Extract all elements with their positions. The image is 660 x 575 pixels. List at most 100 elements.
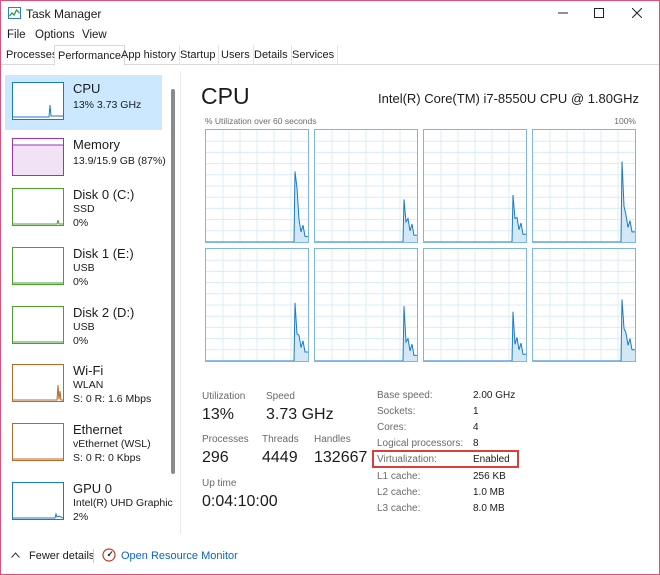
sidebar-item-disk-1[interactable]: Disk 1 (E:) USB 0% (5, 240, 162, 295)
utilization-value: 13% (202, 406, 235, 423)
disk-thumbnail-graph (12, 306, 64, 344)
spec-label: L3 cache: (377, 503, 421, 514)
spec-value: 1.0 MB (473, 487, 505, 498)
spec-label: Base speed: (377, 390, 433, 401)
ethernet-thumbnail-graph (12, 423, 64, 461)
sidebar-item-wifi[interactable]: Wi-Fi WLAN S: 0 R: 1.6 Mbps (5, 357, 162, 412)
graph-max-label: 100% (614, 116, 636, 126)
maximize-icon (594, 8, 604, 18)
maximize-button[interactable] (581, 1, 617, 25)
page-title: CPU (201, 83, 250, 109)
sidebar-item-detail: 13% 3.73 GHz (73, 99, 142, 111)
spec-value: 1 (473, 406, 479, 417)
sidebar-scrollbar[interactable] (171, 89, 175, 474)
sidebar-item-name: Ethernet (73, 422, 123, 437)
sidebar-item-name: Wi-Fi (73, 363, 104, 378)
pane-divider[interactable] (180, 71, 181, 534)
spec-label: Cores: (377, 422, 407, 433)
sidebar-item-type: vEthernet (WSL) (73, 438, 151, 450)
processes-value: 296 (202, 449, 229, 466)
spec-label: L2 cache: (377, 487, 421, 498)
sidebar-item-disk-0[interactable]: Disk 0 (C:) SSD 0% (5, 181, 162, 236)
logical-processor-graph (532, 248, 636, 362)
task-manager-window: Task Manager File Options View Processes… (1, 1, 659, 574)
footer-bar: Fewer details Open Resource Monitor (1, 541, 659, 574)
logical-processor-graph (205, 248, 309, 362)
menu-file[interactable]: File (7, 29, 26, 41)
sidebar-item-type: USB (73, 321, 95, 333)
spec-value: 8.0 MB (473, 503, 505, 514)
logical-processor-graph (314, 248, 418, 362)
sidebar-item-gpu-0[interactable]: GPU 0 Intel(R) UHD Graphic 2% (5, 475, 173, 530)
title-bar[interactable]: Task Manager (1, 1, 659, 25)
sidebar-item-ethernet[interactable]: Ethernet vEthernet (WSL) S: 0 R: 0 Kbps (5, 416, 162, 471)
sidebar-item-type: USB (73, 262, 95, 274)
resource-monitor-icon[interactable] (102, 548, 116, 562)
sidebar-item-disk-2[interactable]: Disk 2 (D:) USB 0% (5, 299, 162, 354)
sidebar-item-detail: 0% (73, 276, 89, 288)
minimize-button[interactable] (545, 1, 581, 25)
logical-processor-graph (532, 129, 636, 243)
sidebar-item-name: Disk 1 (E:) (73, 246, 134, 261)
sidebar-item-name: Disk 0 (C:) (73, 187, 135, 202)
sidebar-item-detail: 13.9/15.9 GB (87%) (73, 155, 166, 167)
uptime-value: 0:04:10:00 (202, 493, 278, 510)
disk-thumbnail-graph (12, 247, 64, 285)
threads-value: 4449 (262, 449, 298, 466)
disk-thumbnail-graph (12, 188, 64, 226)
threads-label: Threads (262, 434, 299, 445)
uptime-label: Up time (202, 478, 237, 489)
close-button[interactable] (619, 1, 655, 25)
logical-processor-graph (423, 129, 527, 243)
cpu-thumbnail-graph (12, 82, 64, 120)
window-title: Task Manager (26, 7, 102, 21)
logical-processor-graph (314, 129, 418, 243)
spec-value: 2.00 GHz (473, 390, 516, 401)
sidebar-item-detail: 0% (73, 217, 89, 229)
close-icon (632, 8, 642, 18)
handles-label: Handles (314, 434, 351, 445)
minimize-icon (558, 12, 568, 14)
sidebar-item-name: GPU 0 (73, 481, 113, 496)
tab-bar: Processes Performance App history Startu… (1, 45, 659, 66)
tab-services[interactable]: Services (289, 45, 339, 65)
processes-label: Processes (202, 434, 249, 445)
tab-details[interactable]: Details (251, 45, 292, 65)
logical-processor-graph (205, 129, 309, 243)
tab-startup[interactable]: Startup (177, 45, 220, 65)
spec-value: 256 KB (473, 471, 506, 482)
task-manager-icon (8, 7, 21, 19)
graph-caption: % Utilization over 60 seconds (205, 116, 317, 126)
sidebar-item-detail: 2% (73, 511, 89, 523)
sidebar-item-name: Disk 2 (D:) (73, 305, 135, 320)
cpu-model-name: Intel(R) Core(TM) i7-8550U CPU @ 1.80GHz (378, 91, 639, 106)
handles-value: 132667 (314, 449, 368, 466)
menu-view[interactable]: View (82, 29, 107, 41)
spec-value: 8 (473, 438, 479, 449)
tab-performance[interactable]: Performance (54, 45, 125, 66)
tab-users[interactable]: Users (218, 45, 254, 65)
memory-thumbnail-graph (12, 138, 64, 176)
sidebar-item-name: Memory (73, 137, 120, 152)
wifi-thumbnail-graph (12, 364, 64, 402)
virtualization-highlight (372, 450, 519, 468)
resource-sidebar: CPU 13% 3.73 GHz Memory 13.9/15.9 GB (87… (1, 71, 181, 534)
spec-label: Logical processors: (377, 438, 464, 449)
sidebar-item-type: WLAN (73, 379, 104, 391)
gpu-thumbnail-graph (12, 482, 64, 520)
speed-label: Speed (266, 391, 295, 402)
speed-value: 3.73 GHz (266, 406, 334, 423)
spec-label: L1 cache: (377, 471, 421, 482)
tab-app-history[interactable]: App history (118, 45, 181, 65)
sidebar-item-cpu[interactable]: CPU 13% 3.73 GHz (5, 75, 162, 130)
spec-value: 4 (473, 422, 479, 433)
fewer-details-link[interactable]: Fewer details (29, 550, 94, 562)
chevron-up-icon[interactable] (11, 552, 20, 558)
open-resource-monitor-link[interactable]: Open Resource Monitor (121, 550, 238, 562)
footer-divider (93, 549, 94, 563)
menu-options[interactable]: Options (35, 29, 75, 41)
sidebar-item-detail: S: 0 R: 0 Kbps (73, 452, 141, 464)
sidebar-item-type: Intel(R) UHD Graphic (73, 497, 173, 509)
tab-processes[interactable]: Processes (3, 45, 62, 65)
sidebar-item-memory[interactable]: Memory 13.9/15.9 GB (87%) (5, 131, 166, 186)
